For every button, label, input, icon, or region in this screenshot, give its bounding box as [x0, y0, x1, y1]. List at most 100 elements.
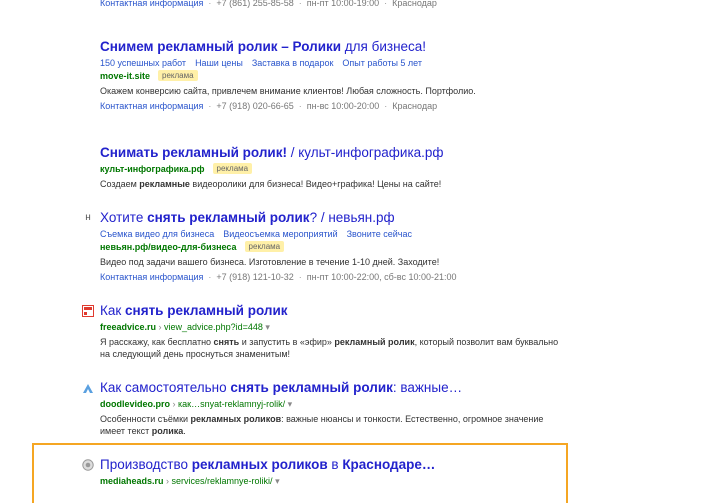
result-url[interactable]: move-it.site [100, 71, 150, 81]
result-snippet: Я расскажу, как бесплатно снять и запуст… [100, 336, 570, 360]
phone: +7 (918) 020-66-65 [216, 101, 294, 111]
hours: пн-вс 10:00-20:00 [306, 101, 380, 111]
result-url[interactable]: doodlevideo.pro [100, 399, 170, 409]
result-url[interactable]: невьян.рф/видео-для-бизнеса [100, 242, 237, 252]
snippet-highlight: рекламных роликов [190, 414, 282, 424]
mediaheads-icon [82, 458, 94, 471]
result-snippet: Видео под задачи вашего бизнеса. Изготов… [100, 257, 440, 267]
breadcrumb-arrow-icon: › [163, 476, 172, 486]
contact-line: Контактная информация · +7 (918) 121-10-32… [100, 271, 570, 283]
snippet-text: Создаем [100, 179, 140, 189]
result-url[interactable]: культ-инфографика.рф [100, 164, 205, 174]
phone: +7 (861) 255-85-58 [216, 0, 294, 8]
result-url[interactable]: freeadvice.ru [100, 322, 156, 332]
hours: пн-пт 10:00-22:00, сб-вс 10:00-21:00 [306, 272, 457, 282]
chevron-down-icon[interactable]: ▾ [263, 322, 270, 332]
sitelinks: Съемка видео для бизнеса Видеосъемка меро… [100, 228, 570, 240]
title-bold-part: рекламных роликов [191, 457, 328, 472]
path-text: как…snyat-reklamnyj-rolik/ [178, 399, 286, 409]
separator: · [208, 0, 212, 8]
breadcrumb-arrow-icon: › [156, 322, 165, 332]
snippet-highlight: рекламный ролик [334, 337, 415, 347]
doodlevideo-icon [82, 381, 94, 393]
url-row: невьян.рф/видео-для-бизнеса реклама [100, 241, 570, 254]
ad-badge: реклама [212, 163, 253, 174]
snippet-highlight: рекламные [139, 179, 190, 189]
separator: · [208, 272, 212, 282]
contact-info-link[interactable]: Контактная информация [100, 0, 203, 8]
breadcrumb-arrow-icon: › [170, 399, 179, 409]
result-title-link[interactable]: Хотите снять рекламный ролик? / невьян.р… [100, 210, 395, 226]
sitelink[interactable]: Видеосъемка мероприятий [223, 229, 337, 239]
result-url[interactable]: mediaheads.ru [100, 476, 164, 486]
chevron-down-icon[interactable]: ▾ [273, 476, 280, 486]
sitelink[interactable]: 150 успешных работ [100, 58, 186, 68]
favicon-letter: н [85, 212, 91, 223]
snippet-text: Я расскажу, как бесплатно [100, 337, 214, 347]
hours: пн-пт 10:00-19:00 [306, 0, 380, 8]
snippet-text: Особенности съёмки [100, 414, 191, 424]
top-contact-row: Контактная информация · +7 (861) 255-85-58… [100, 0, 570, 9]
ad-badge: реклама [244, 241, 285, 252]
separator: · [384, 101, 388, 111]
url-row: doodlevideo.pro › как…snyat-reklamnyj-ro… [100, 398, 570, 411]
site-favicon: н [82, 212, 94, 224]
title-text: Как самостоятельно [100, 380, 231, 395]
sitelink[interactable]: Звоните сейчас [347, 229, 412, 239]
result-snippet: Создаем рекламные видеоролики для бизнес… [100, 178, 570, 190]
contact-info-link[interactable]: Контактная информация [100, 101, 203, 111]
title-text: : важные… [392, 380, 463, 395]
city: Краснодар [392, 0, 437, 8]
title-text: Хотите [100, 210, 148, 225]
url-row: mediaheads.ru › services/reklamnye-rolik… [100, 475, 570, 488]
title-text: Производство [100, 457, 192, 472]
snippet-highlight: ролика [151, 426, 184, 436]
result-title-link[interactable]: Как снять рекламный ролик [100, 303, 288, 319]
title-bold-part: Краснодаре… [342, 457, 436, 472]
result-title-link[interactable]: Как самостоятельно снять рекламный ролик… [100, 380, 462, 396]
search-result-organic: Как снять рекламный ролик freeadvice.ru … [100, 302, 570, 360]
separator: · [298, 0, 302, 8]
sitelink[interactable]: Заставка в подарок [252, 58, 334, 68]
sitelinks: 150 успешных работ Наши цены Заставка в по… [100, 57, 570, 69]
freeadvice-icon [82, 304, 94, 317]
result-title-link[interactable]: Производство рекламных роликов в Краснод… [100, 457, 435, 473]
chevron-down-icon[interactable]: ▾ [285, 399, 293, 409]
result-title-link[interactable]: Снимем рекламный ролик – Ролики для бизн… [100, 39, 426, 55]
contact-line: Контактная информация · +7 (861) 255-85-58… [100, 0, 570, 9]
result-path[interactable]: › как…snyat-reklamnyj-rolik/ ▾ [170, 399, 293, 409]
url-row: культ-инфографика.рф реклама [100, 163, 570, 176]
snippet-highlight: снять [213, 337, 240, 347]
result-title-link[interactable]: Снимать рекламный ролик! / культ-инфогра… [100, 145, 444, 161]
title-bold-part: Снимем рекламный ролик – Ролики [100, 39, 342, 54]
separator: · [298, 101, 302, 111]
contact-info-link[interactable]: Контактная информация [100, 272, 203, 282]
sitelink[interactable]: Наши цены [195, 58, 243, 68]
title-bold-part: Снимать рекламный ролик! [100, 145, 287, 160]
title-rest: / культ-инфографика.рф [286, 145, 444, 160]
snippet-text: . [183, 426, 186, 436]
title-rest: для бизнеса! [341, 39, 427, 54]
title-text: Как [100, 303, 126, 318]
path-text: view_advice.php?id=448 [164, 322, 263, 332]
title-text: ? / невьян.рф [309, 210, 395, 225]
sitelink[interactable]: Опыт работы 5 лет [342, 58, 422, 68]
separator: · [208, 101, 212, 111]
snippet-text: и запустить в «эфир» [239, 337, 335, 347]
phone: +7 (918) 121-10-32 [216, 272, 294, 282]
url-row: move-it.site реклама [100, 70, 570, 83]
sitelink[interactable]: Съемка видео для бизнеса [100, 229, 214, 239]
result-snippet: Особенности съёмки рекламных роликов: ва… [100, 413, 570, 437]
search-result-ad: Снимем рекламный ролик – Ролики для бизн… [100, 38, 570, 112]
separator: · [298, 272, 302, 282]
city: Краснодар [392, 101, 438, 111]
search-result-organic: Производство рекламных роликов в Краснод… [100, 456, 570, 488]
separator: · [384, 0, 388, 8]
snippet-text: видеоролики для бизнеса! Видео+графика! … [189, 179, 442, 189]
path-text: services/reklamnye-roliki/ [171, 476, 273, 486]
search-result-organic: Как самостоятельно снять рекламный ролик… [100, 379, 570, 437]
title-bold-part: снять рекламный ролик [147, 210, 310, 225]
result-path[interactable]: › services/reklamnye-roliki/ ▾ [164, 476, 280, 486]
search-result-ad: Хотите снять рекламный ролик? / невьян.р… [100, 209, 570, 283]
result-path[interactable]: › view_advice.php?id=448 ▾ [156, 322, 270, 332]
